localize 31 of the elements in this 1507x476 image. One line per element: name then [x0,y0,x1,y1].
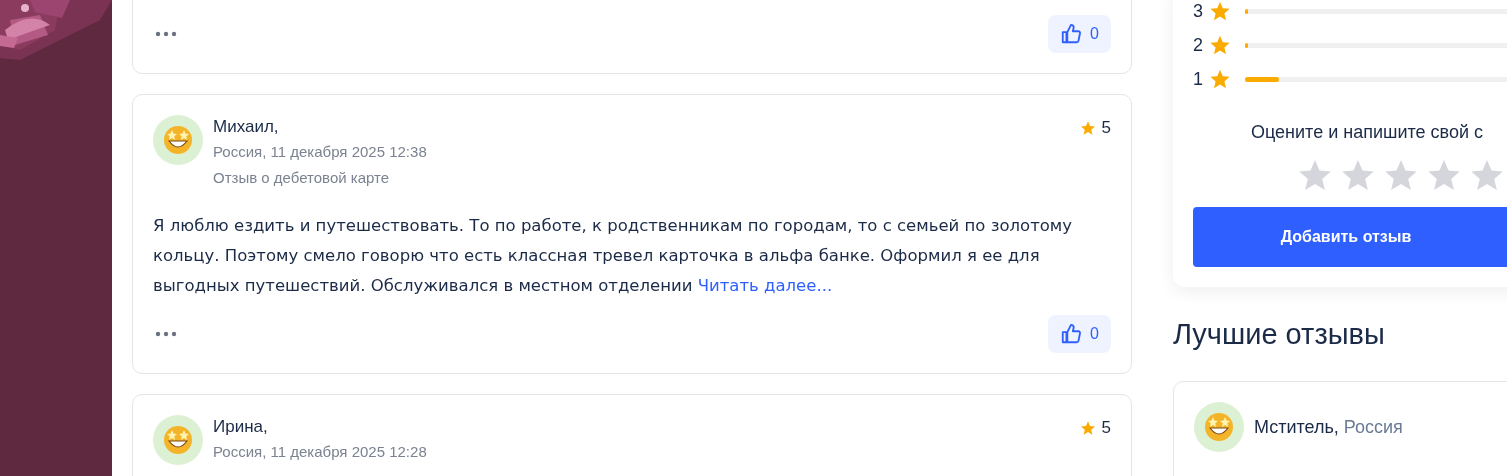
star-icon [1209,0,1231,22]
review-type: Отзыв о дебетовой карте [213,168,391,188]
review-date: Россия, 11 декабря 2025 12:28 [213,442,428,462]
add-review-button[interactable]: Добавить отзыв [1193,207,1507,267]
section-title: Лучшие отзывы [1173,317,1386,351]
rating-value: 5 [1101,118,1111,138]
like-button[interactable]: 0 [1048,315,1111,353]
rate-prompt: Оцените и напишите свой с [1251,122,1484,143]
smiley-icon [162,124,194,156]
star-icon [1209,68,1231,90]
rating-label: 3 [1193,0,1204,22]
thumbs-up-icon [1060,323,1083,345]
reviewer-name: Мститель, [1254,416,1339,438]
more-icon[interactable] [155,331,177,337]
reviewer-name: Михаил, [213,116,280,138]
star-icon [1079,120,1096,136]
more-icon[interactable] [155,31,177,37]
reviewer-name: Ирина, [213,416,269,438]
reviewer-country: Россия [1343,416,1403,438]
star-icon [1209,34,1231,56]
read-more-link[interactable]: Читать далее... [697,276,833,295]
rating-label: 1 [1193,68,1204,90]
thumbs-up-icon [1060,23,1083,45]
rating-label: 2 [1193,34,1204,56]
review-date: Россия, 11 декабря 2025 12:38 [213,142,428,162]
smiley-icon [1203,411,1235,443]
star-icon [1079,420,1096,436]
smiley-icon [162,424,194,456]
like-button[interactable]: 0 [1048,15,1111,53]
review-text: Я люблю ездить и путешествовать. То по работе, к родственникам по городам, то с семьей по золотому кольцу. Поэтому смело говорю что есть классная тревел карточка в альфа банке. Оформил я ее для выгодных путешествий. Обслуживался в местном отделении Читать далее... [153,215,1074,297]
rating-value: 5 [1101,418,1111,438]
